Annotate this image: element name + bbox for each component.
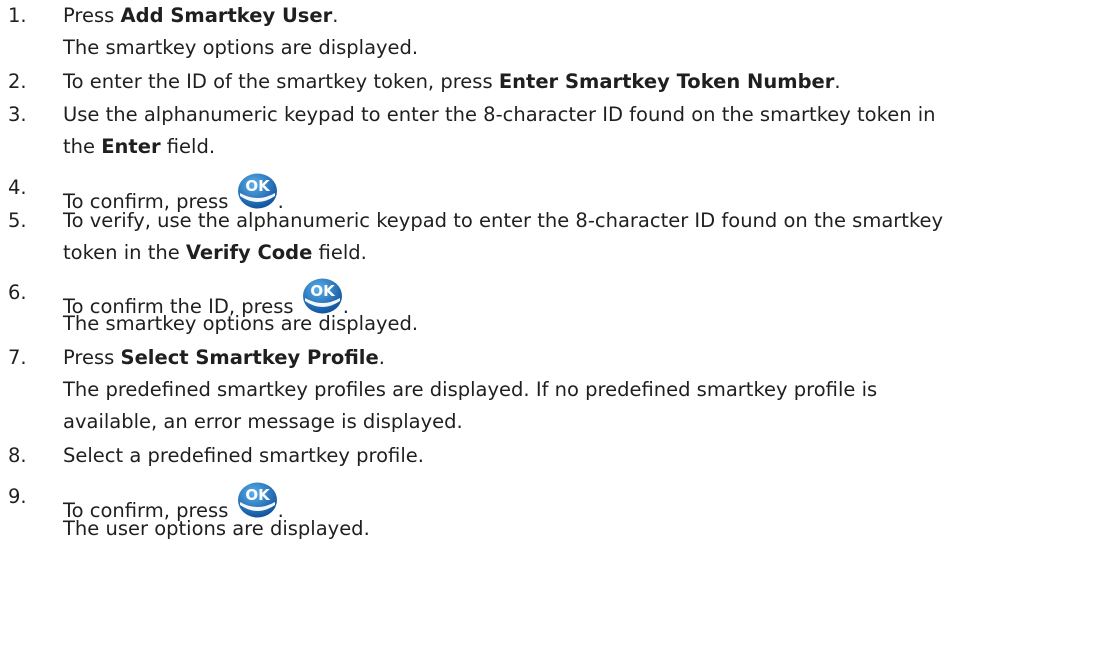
step-text: To enter the ID of the smartkey token, p… xyxy=(63,70,841,93)
ui-label: Enter xyxy=(101,135,161,158)
ui-label: Verify Code xyxy=(185,241,313,264)
step-number: 4. xyxy=(8,176,27,199)
ui-label: Enter Smartkey Token Number xyxy=(498,70,835,93)
step-text: To verify, use the alphanumeric keypad t… xyxy=(63,209,944,232)
step-number: 9. xyxy=(8,485,27,508)
step-text: Use the alphanumeric keypad to enter the… xyxy=(63,103,936,126)
step-number: 2. xyxy=(8,70,27,93)
step-text: Press Add Smartkey User. xyxy=(63,4,339,27)
ui-label: Select Smartkey Profile xyxy=(120,346,379,369)
step-text: Press Select Smartkey Profile. xyxy=(63,346,385,369)
step-number: 8. xyxy=(8,444,27,467)
step-number: 3. xyxy=(8,103,27,126)
ui-label: Add Smartkey User xyxy=(120,4,333,27)
step-number: 1. xyxy=(8,4,27,27)
svg-text:OK: OK xyxy=(245,177,271,195)
svg-text:OK: OK xyxy=(245,486,271,504)
step-number: 5. xyxy=(8,209,27,232)
step-text: Select a predefined smartkey profile. xyxy=(63,444,424,467)
svg-text:OK: OK xyxy=(310,282,336,300)
step-number: 6. xyxy=(8,281,27,304)
step-number: 7. xyxy=(8,346,27,369)
